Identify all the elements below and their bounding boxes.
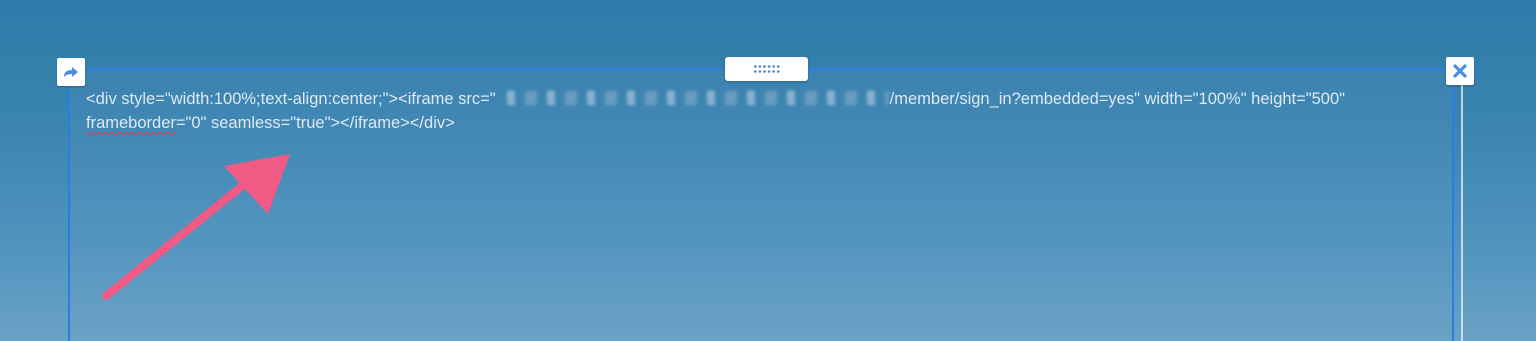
annotation-arrow	[102, 154, 290, 300]
